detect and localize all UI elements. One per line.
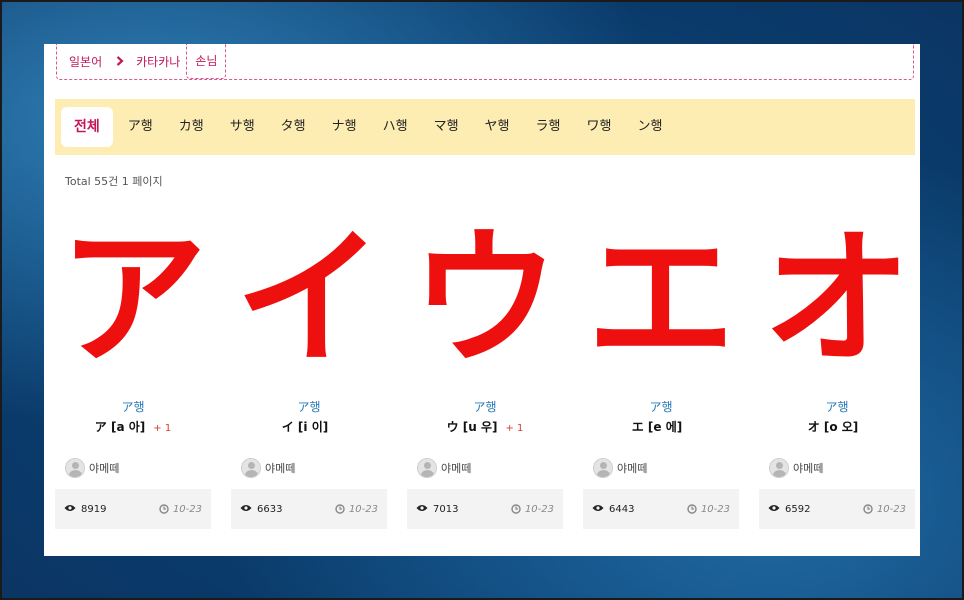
post-date: 10-23 (172, 503, 202, 515)
tab-na-row[interactable]: ナ행 (321, 107, 368, 147)
clock-icon (687, 504, 697, 514)
tab-ta-row[interactable]: タ행 (270, 107, 317, 147)
card-stats: 6592 10-23 (759, 489, 915, 529)
row-tabs: 전체 ア행 カ행 サ행 タ행 ナ행 ハ행 マ행 ヤ행 ラ행 ワ행 ン행 (55, 99, 915, 155)
view-count: 8919 (81, 503, 107, 515)
tab-sa-row[interactable]: サ행 (219, 107, 266, 147)
avatar-icon (65, 458, 85, 478)
reading-text: ウ [u 우] (446, 420, 498, 434)
reading-text: ア [a 아] (94, 420, 146, 434)
reading-text: オ [o 오] (807, 420, 859, 434)
author-name: 야메떼 (89, 462, 120, 475)
clock-icon (335, 504, 345, 514)
card-stats: 6633 10-23 (231, 489, 387, 529)
glyph-image[interactable]: オ (759, 214, 915, 384)
author[interactable]: 야메떼 (417, 458, 471, 478)
author[interactable]: 야메떼 (593, 458, 647, 478)
avatar-icon (593, 458, 613, 478)
reading-title[interactable]: イ [i 이] (231, 418, 387, 435)
reading-title[interactable]: ア [a 아] + 1 (55, 418, 211, 435)
author-name: 야메떼 (441, 462, 472, 475)
post-date: 10-23 (348, 503, 378, 515)
board-panel: 일본어 카타카나 손님 전체 ア행 カ행 サ행 タ행 ナ행 ハ행 マ행 ヤ행 ラ… (44, 44, 920, 556)
reading-text: エ [e 에] (631, 420, 683, 434)
glyph-image[interactable]: ウ (407, 214, 563, 384)
view-count: 6443 (609, 503, 635, 515)
tab-all[interactable]: 전체 (61, 107, 113, 147)
row-label[interactable]: ア행 (759, 398, 915, 415)
row-label[interactable]: ア행 (231, 398, 387, 415)
chevron-right-icon (116, 55, 124, 69)
card-stats: 6443 10-23 (583, 489, 739, 529)
author-name: 야메떼 (265, 462, 296, 475)
view-count: 7013 (433, 503, 459, 515)
row-label[interactable]: ア행 (583, 398, 739, 415)
card[interactable]: エ ア행 エ [e 에] 야메떼 6443 10-23 (583, 214, 739, 534)
tab-ma-row[interactable]: マ행 (423, 107, 470, 147)
breadcrumb-katakana[interactable]: 카타카나 (136, 53, 180, 70)
post-date: 10-23 (524, 503, 554, 515)
tab-ra-row[interactable]: ラ행 (525, 107, 572, 147)
reading-text: イ [i 이] (281, 420, 329, 434)
avatar-icon (241, 458, 261, 478)
card[interactable]: ア ア행 ア [a 아] + 1 야메떼 8919 10-23 (55, 214, 211, 534)
avatar-icon (417, 458, 437, 478)
breadcrumb-user[interactable]: 손님 (186, 44, 227, 79)
glyph-image[interactable]: ア (55, 214, 211, 384)
eye-icon (592, 504, 604, 515)
glyph-image[interactable]: エ (583, 214, 739, 384)
comment-count: + 1 (153, 423, 172, 434)
row-label[interactable]: ア행 (407, 398, 563, 415)
tab-wa-row[interactable]: ワ행 (575, 107, 622, 147)
breadcrumb: 일본어 카타카나 손님 (56, 44, 914, 80)
card[interactable]: イ ア행 イ [i 이] 야메떼 6633 10-23 (231, 214, 387, 534)
tab-a-row[interactable]: ア행 (117, 107, 164, 147)
comment-count: + 1 (505, 423, 524, 434)
clock-icon (511, 504, 521, 514)
reading-title[interactable]: オ [o 오] (759, 418, 915, 435)
breadcrumb-japanese[interactable]: 일본어 (57, 53, 102, 70)
eye-icon (416, 504, 428, 515)
glyph-image[interactable]: イ (231, 214, 387, 384)
card-stats: 7013 10-23 (407, 489, 563, 529)
row-label[interactable]: ア행 (55, 398, 211, 415)
author[interactable]: 야메떼 (65, 458, 119, 478)
author-name: 야메떼 (793, 462, 824, 475)
eye-icon (64, 504, 76, 515)
tab-n-row[interactable]: ン행 (626, 107, 673, 147)
reading-title[interactable]: ウ [u 우] + 1 (407, 418, 563, 435)
tab-ha-row[interactable]: ハ행 (372, 107, 419, 147)
author[interactable]: 야메떼 (769, 458, 823, 478)
post-date: 10-23 (700, 503, 730, 515)
view-count: 6633 (257, 503, 283, 515)
reading-title[interactable]: エ [e 에] (583, 418, 739, 435)
avatar-icon (769, 458, 789, 478)
view-count: 6592 (785, 503, 811, 515)
card-grid: ア ア행 ア [a 아] + 1 야메떼 8919 10-23 イ ア행 イ [i… (55, 214, 915, 534)
author-name: 야메떼 (617, 462, 648, 475)
clock-icon (159, 504, 169, 514)
card[interactable]: オ ア행 オ [o 오] 야메떼 6592 10-23 (759, 214, 915, 534)
clock-icon (863, 504, 873, 514)
post-date: 10-23 (876, 503, 906, 515)
card-stats: 8919 10-23 (55, 489, 211, 529)
eye-icon (768, 504, 780, 515)
eye-icon (240, 504, 252, 515)
total-count: Total 55건 1 페이지 (65, 175, 163, 188)
author[interactable]: 야메떼 (241, 458, 295, 478)
tab-ka-row[interactable]: カ행 (168, 107, 215, 147)
tab-ya-row[interactable]: ヤ행 (474, 107, 521, 147)
card[interactable]: ウ ア행 ウ [u 우] + 1 야메떼 7013 10-23 (407, 214, 563, 534)
